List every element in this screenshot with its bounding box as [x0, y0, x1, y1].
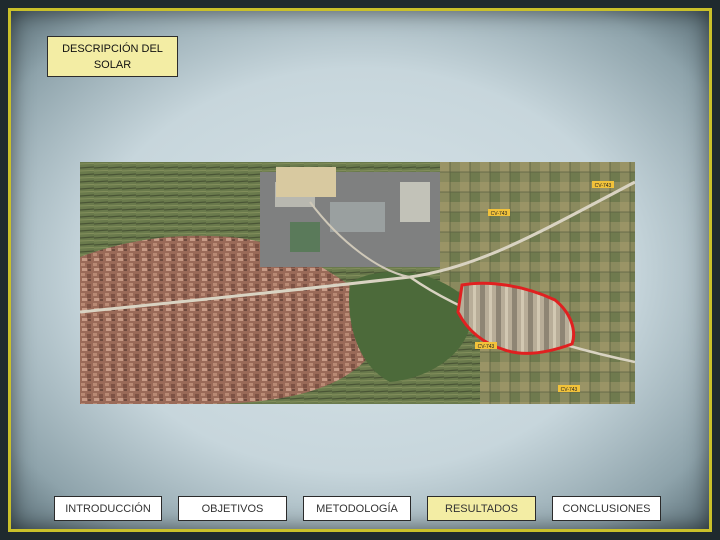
nav-button-introduccion[interactable]: INTRODUCCIÓN	[54, 496, 162, 521]
nav-button-conclusiones[interactable]: CONCLUSIONES	[552, 496, 661, 521]
aerial-map-svg: CV-743 CV-743 CV-743 CV-743	[80, 162, 635, 404]
aerial-map-image: CV-743 CV-743 CV-743 CV-743	[80, 162, 635, 404]
nav-label: OBJETIVOS	[201, 502, 264, 515]
nav-button-metodologia[interactable]: METODOLOGÍA	[303, 496, 411, 521]
nav-button-objetivos[interactable]: OBJETIVOS	[178, 496, 287, 521]
slide-title-text: DESCRIPCIÓN DEL SOLAR	[62, 42, 163, 71]
nav-label: CONCLUSIONES	[562, 502, 651, 515]
slide-title: DESCRIPCIÓN DEL SOLAR	[47, 36, 178, 77]
nav-button-resultados[interactable]: RESULTADOS	[427, 496, 536, 521]
nav-label: INTRODUCCIÓN	[65, 502, 151, 515]
road-label-3: CV-743	[478, 344, 495, 350]
nav-label: METODOLOGÍA	[316, 502, 398, 515]
nav-label: RESULTADOS	[445, 502, 518, 515]
road-label-2: CV-743	[491, 211, 508, 217]
road-label-1: CV-743	[595, 183, 612, 189]
road-label-4: CV-743	[561, 387, 578, 393]
